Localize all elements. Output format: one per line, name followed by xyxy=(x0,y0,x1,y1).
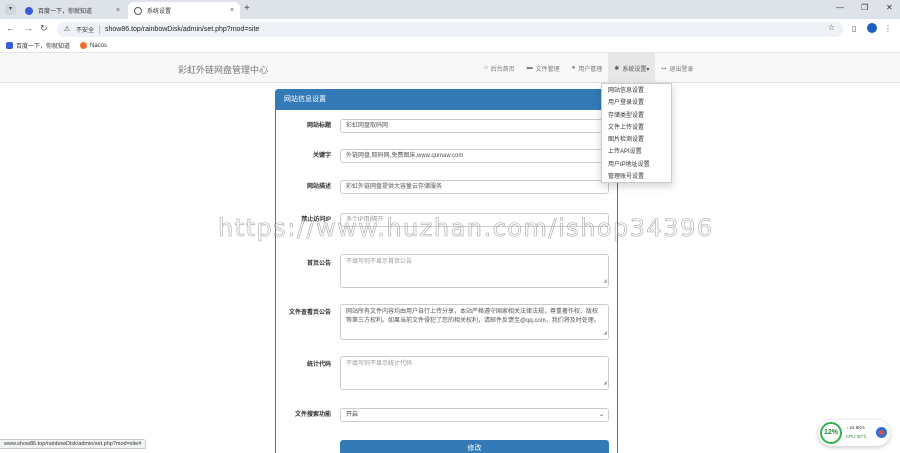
browser-tab-strip: ▾ 百度一下，你就知道 × 系统设置 × + — ❐ ✕ xyxy=(0,0,900,19)
announcement-label: 首页公告 xyxy=(306,261,331,267)
reload-icon[interactable]: ↻ xyxy=(40,23,48,34)
url-text[interactable]: show86.top/rainbowDisk/admin/set.php?mod… xyxy=(105,26,259,33)
menu-icon[interactable]: ⋮ xyxy=(884,24,892,33)
nav-links: ⌂ 后台首页 ▬ 文件管理 ● 用户管理 ✱ 系统设置▾ ↦ 退出登录 xyxy=(478,53,699,83)
panel-title: 网站信息设置 xyxy=(276,90,617,110)
back-arrow-icon[interactable]: ← xyxy=(6,23,15,33)
submit-button[interactable]: 修改 xyxy=(340,440,609,453)
menu-item-admin-account[interactable]: 管理账号设置 xyxy=(602,171,671,183)
file-search-select[interactable]: 开启 ⌄ xyxy=(340,408,609,422)
globe-favicon-icon xyxy=(134,6,142,15)
menu-item-upload-api[interactable]: 上传API设置 xyxy=(602,146,671,158)
close-tab-icon[interactable]: × xyxy=(116,7,120,14)
baidu-paw-icon xyxy=(6,42,13,49)
address-bar[interactable]: ⚠ 不安全 show86.top/rainbowDisk/admin/set.p… xyxy=(57,22,843,37)
stats-code-textarea[interactable]: 不填写则不显示统计代码 ◢ xyxy=(340,356,609,390)
new-tab-button[interactable]: + xyxy=(244,3,250,14)
settings-dropdown-menu: 网站信息设置 用户登录设置 存储类型设置 文件上传设置 图片检测设置 上传API… xyxy=(601,83,672,183)
bookmark-nacos[interactable]: Nacos xyxy=(80,42,107,49)
stats-code-label: 统计代码 xyxy=(306,362,331,368)
nacos-icon xyxy=(80,42,88,49)
users-icon: ● xyxy=(571,65,576,71)
site-title-label: 网站标题 xyxy=(306,123,331,129)
cpu-temperature: CPU 30℃ xyxy=(846,434,867,439)
baidu-favicon-icon xyxy=(25,6,33,15)
security-label[interactable]: 不安全 xyxy=(76,25,94,34)
resize-grip-icon[interactable]: ◢ xyxy=(603,329,607,338)
tab-search-icon[interactable]: ▾ xyxy=(5,4,16,15)
network-speed: ↓ 24.8K/s xyxy=(846,424,865,431)
menu-item-user-login[interactable]: 用户登录设置 xyxy=(602,97,671,109)
cpu-usage-ring: 12% xyxy=(820,422,842,444)
nav-label: 文件管理 xyxy=(535,66,560,73)
boost-icon[interactable] xyxy=(876,427,887,438)
tab-system-settings[interactable]: 系统设置 × xyxy=(128,2,240,19)
file-notice-text: 网站所有文件内容均由用户自行上传分享，本站严格遵守国家相关法律法规，尊重著作权、… xyxy=(346,309,600,324)
menu-item-user-ip[interactable]: 用户IP地址设置 xyxy=(602,159,671,171)
nav-logout[interactable]: ↦ 退出登录 xyxy=(655,53,699,83)
close-tab-icon[interactable]: × xyxy=(230,7,234,14)
bookmark-star-icon[interactable]: ☆ xyxy=(828,23,835,32)
nav-settings[interactable]: ✱ 系统设置▾ xyxy=(608,53,656,83)
menu-item-site-info[interactable]: 网站信息设置 xyxy=(602,85,671,97)
folder-icon: ▬ xyxy=(526,65,533,71)
blocked-ip-label: 禁止访问IP xyxy=(301,217,331,223)
stats-code-placeholder: 不填写则不显示统计代码 xyxy=(346,361,413,367)
bookmarks-bar: 百度一下，你就知道 Nacos xyxy=(0,39,900,53)
bookmark-baidu[interactable]: 百度一下，你就知道 xyxy=(6,41,70,50)
file-notice-label: 文件查看页公告 xyxy=(288,310,331,316)
site-brand[interactable]: 彩虹外链网盘管理中心 xyxy=(178,63,268,76)
close-window-button[interactable]: ✕ xyxy=(886,3,893,12)
url-divider xyxy=(99,25,101,34)
profile-avatar-icon[interactable] xyxy=(867,23,877,33)
keywords-input[interactable]: 外链网盘,取码网,免费图床,www.qumaw.com xyxy=(340,149,609,163)
minimize-button[interactable]: — xyxy=(836,3,844,12)
resize-grip-icon[interactable]: ◢ xyxy=(603,379,607,388)
tab-baidu[interactable]: 百度一下，你就知道 × xyxy=(19,2,126,19)
nav-label: 后台首页 xyxy=(490,66,515,73)
nav-home[interactable]: ⌂ 后台首页 xyxy=(478,53,521,83)
description-label: 网站描述 xyxy=(306,184,331,190)
nav-users[interactable]: ● 用户管理 xyxy=(566,53,609,83)
signout-icon: ↦ xyxy=(661,65,667,72)
menu-item-file-upload[interactable]: 文件上传设置 xyxy=(602,122,671,134)
keywords-label: 关键字 xyxy=(312,153,331,159)
menu-item-storage-type[interactable]: 存储类型设置 xyxy=(602,110,671,122)
forward-arrow-icon[interactable]: → xyxy=(24,23,33,33)
system-monitor-widget[interactable]: 12% ↓ 24.8K/s CPU 30℃ xyxy=(818,420,890,446)
chevron-down-icon: ⌄ xyxy=(598,412,604,418)
nav-label: 用户管理 xyxy=(578,66,603,73)
announcement-textarea[interactable]: 不填写则不显示首页公告 ◢ xyxy=(340,254,609,288)
menu-item-image-check[interactable]: 图片检测设置 xyxy=(602,134,671,146)
site-title-input[interactable]: 彩虹网盘取码网 xyxy=(340,119,609,133)
link-status-bar: www.show86.top/rainbowDisk/admin/set.php… xyxy=(0,439,147,449)
site-navbar: 彩虹外链网盘管理中心 ⌂ 后台首页 ▬ 文件管理 ● 用户管理 ✱ 系统设置▾ … xyxy=(0,53,900,83)
announcement-placeholder: 不填写则不显示首页公告 xyxy=(346,259,413,265)
warning-icon[interactable]: ⚠ xyxy=(63,26,71,34)
restore-button[interactable]: ❐ xyxy=(861,3,868,12)
bookmark-label: Nacos xyxy=(90,42,108,49)
net-down-rate: ↓ 24.8K/s xyxy=(846,425,865,430)
description-input[interactable]: 彩虹外链网盘提供大容量云存储服务 xyxy=(340,180,609,194)
nav-label: 退出登录 xyxy=(669,66,694,73)
tab-title: 百度一下，你就知道 xyxy=(38,9,93,15)
file-notice-textarea[interactable]: 网站所有文件内容均由用户自行上传分享，本站严格遵守国家相关法律法规，尊重著作权、… xyxy=(340,304,609,340)
resize-grip-icon[interactable]: ◢ xyxy=(603,277,607,286)
nav-files[interactable]: ▬ 文件管理 xyxy=(521,53,566,83)
file-search-value: 开启 xyxy=(346,412,359,418)
site-settings-panel: 网站信息设置 网站标题 彩虹网盘取码网 关键字 外链网盘,取码网,免费图床,ww… xyxy=(275,89,618,453)
browser-toolbar: ← → ↻ ⚠ 不安全 show86.top/rainbowDisk/admin… xyxy=(0,19,900,39)
blocked-ip-input[interactable]: 多个IP用|隔开 xyxy=(340,213,609,227)
gear-icon: ✱ xyxy=(614,65,620,72)
nav-label: 系统设置▾ xyxy=(622,66,650,73)
home-icon: ⌂ xyxy=(484,65,488,71)
bookmark-label: 百度一下，你就知道 xyxy=(16,44,71,50)
file-search-label: 文件搜索功能 xyxy=(294,412,331,418)
sidepanel-icon[interactable]: ▯ xyxy=(852,24,856,33)
tab-title: 系统设置 xyxy=(147,9,172,15)
